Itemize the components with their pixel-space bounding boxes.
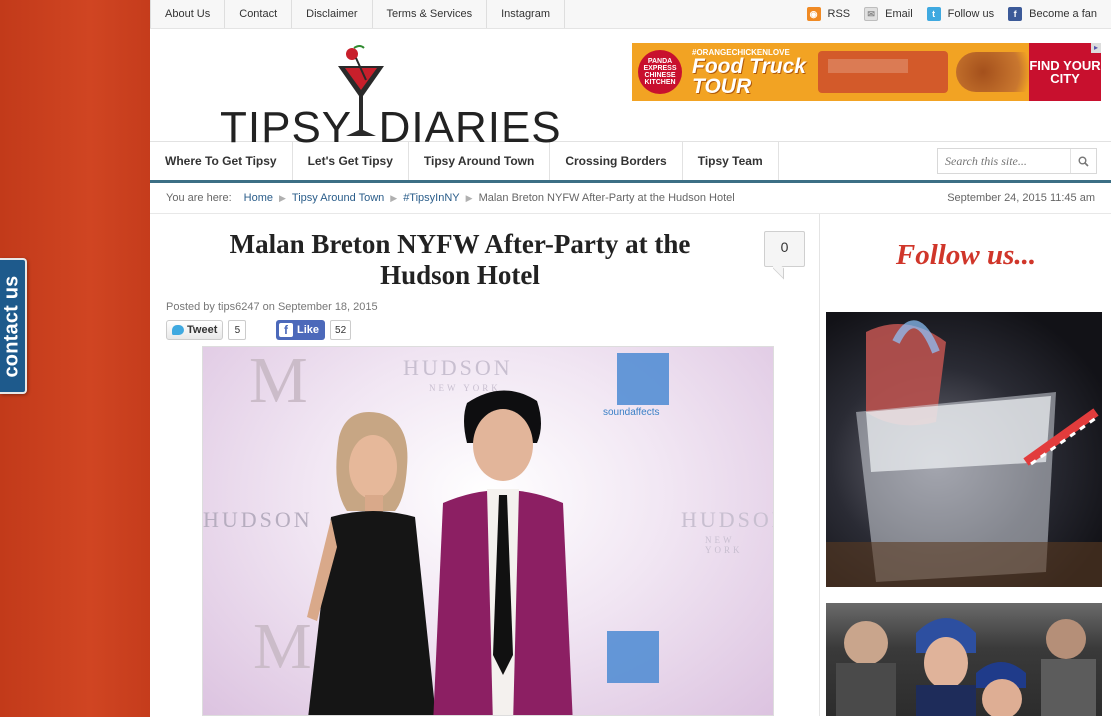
rss-label: RSS — [827, 8, 851, 20]
contact-us-label: contact us — [1, 274, 23, 378]
search-input[interactable] — [938, 153, 1070, 169]
content-area: Malan Breton NYFW After-Party at the Hud… — [150, 214, 1111, 716]
breadcrumb-prefix: You are here: — [166, 192, 232, 204]
breadcrumb-separator-icon: ▶ — [279, 192, 286, 203]
top-nav-about-us[interactable]: About Us — [150, 0, 226, 28]
photo-watermark-newyork-right: NEW YORK — [705, 535, 743, 555]
contact-us-tab[interactable]: contact us — [0, 258, 27, 394]
post-date: September 18, 2015 — [277, 301, 378, 313]
instagram-crowd-photo[interactable] — [826, 603, 1102, 716]
rss-link[interactable]: ◉ RSS — [806, 7, 851, 21]
site-logo[interactable]: TIPSY DIARIES — [220, 44, 580, 154]
event-photo[interactable]: M HUDSON NEW YORK soundaffects HUDSON HU… — [202, 346, 774, 716]
page: About Us Contact Disclaimer Terms & Serv… — [150, 0, 1111, 717]
breadcrumb-home[interactable]: Home — [244, 192, 273, 204]
photo-sound-logo-block-lower — [607, 631, 659, 683]
current-datetime: September 24, 2015 11:45 am — [947, 192, 1095, 204]
top-nav: About Us Contact Disclaimer Terms & Serv… — [150, 0, 566, 28]
follow-us-link[interactable]: t Follow us — [926, 7, 995, 21]
tweet-label: Tweet — [187, 324, 218, 336]
photo-person-woman — [307, 412, 436, 715]
email-link[interactable]: ✉ Email — [864, 7, 913, 21]
social-links: ◉ RSS ✉ Email t Follow us f Become a fan — [793, 0, 1111, 28]
become-a-fan-label: Become a fan — [1029, 8, 1097, 20]
facebook-like-share: f Like 52 — [276, 320, 352, 340]
tweet-count: 5 — [228, 320, 247, 340]
post-title[interactable]: Malan Breton NYFW After-Party at the Hud… — [190, 229, 730, 291]
envelope-icon: ✉ — [864, 7, 879, 21]
byline-on: on — [262, 301, 275, 313]
logo-wordmark: TIPSY DIARIES — [220, 103, 562, 152]
food-truck-image — [817, 51, 948, 93]
rss-icon: ◉ — [806, 7, 821, 21]
top-nav-terms[interactable]: Terms & Services — [373, 0, 488, 28]
breadcrumb-separator-icon: ▶ — [390, 192, 398, 203]
nav-tipsy-team[interactable]: Tipsy Team — [683, 142, 779, 180]
photo-person-man — [433, 390, 573, 715]
ad-title-line2: TOUR — [692, 74, 752, 98]
photo-watermark-sound: soundaffects — [603, 407, 660, 418]
ad-headline: #ORANGECHICKENLOVE Food Truck TOUR — [692, 48, 806, 97]
facebook-like-button[interactable]: f Like — [276, 320, 326, 340]
breadcrumb-current: Malan Breton NYFW After-Party at the Hud… — [478, 192, 735, 204]
breadcrumb-bar: You are here: Home ▶ Tipsy Around Town ▶… — [150, 183, 1111, 214]
search-button[interactable] — [1070, 149, 1096, 173]
facebook-f-icon: f — [279, 323, 293, 337]
post-byline: Posted by tips6247 on September 18, 2015 — [166, 301, 378, 313]
search-box — [937, 148, 1097, 174]
follow-us-label: Follow us — [947, 8, 995, 20]
photo-sound-logo-block — [617, 353, 669, 405]
site-header: TIPSY DIARIES PANDA EXPRESS CHINESE KITC… — [150, 29, 1111, 152]
become-a-fan-link[interactable]: f Become a fan — [1008, 7, 1097, 21]
sidebar: Follow us... — [821, 214, 1111, 716]
breadcrumb: You are here: Home ▶ Tipsy Around Town ▶… — [166, 192, 735, 204]
photo-watermark-hudson-right: HUDSON — [681, 507, 773, 532]
photo-watermark-hudson: HUDSON — [403, 355, 513, 380]
breadcrumb-separator-icon: ▶ — [465, 192, 473, 203]
twitter-icon: t — [926, 7, 941, 21]
comment-count-bubble[interactable]: 0 — [764, 231, 805, 267]
author-link[interactable]: tips6247 — [218, 301, 260, 313]
tweet-share: Tweet 5 — [166, 320, 247, 340]
top-nav-disclaimer[interactable]: Disclaimer — [292, 0, 373, 28]
like-count: 52 — [330, 320, 352, 340]
email-label: Email — [885, 8, 913, 20]
article: Malan Breton NYFW After-Party at the Hud… — [150, 214, 820, 716]
tweet-button[interactable]: Tweet — [166, 320, 224, 340]
advertisement-banner[interactable]: PANDA EXPRESS CHINESE KITCHEN #ORANGECHI… — [632, 43, 1101, 101]
twitter-bird-icon — [172, 325, 184, 335]
breadcrumb-tipsy-around-town[interactable]: Tipsy Around Town — [292, 192, 384, 204]
breadcrumb-tipsyinny[interactable]: #TipsyInNY — [403, 192, 459, 204]
panda-express-logo: PANDA EXPRESS CHINESE KITCHEN — [638, 50, 682, 94]
follow-us-heading: Follow us... — [895, 239, 1037, 271]
ad-title-line1: Food Truck — [692, 54, 806, 78]
facebook-icon: f — [1008, 7, 1023, 21]
like-label: Like — [297, 324, 320, 336]
top-nav-contact[interactable]: Contact — [225, 0, 293, 28]
crowd-graphic — [836, 618, 1096, 716]
top-nav-instagram[interactable]: Instagram — [487, 0, 566, 28]
top-bar: About Us Contact Disclaimer Terms & Serv… — [150, 0, 1111, 29]
adchoices-icon[interactable]: ▸ — [1091, 43, 1101, 53]
instagram-cocktail-photo[interactable] — [826, 312, 1102, 587]
byline-prefix: Posted by — [166, 301, 215, 313]
search-icon — [1078, 156, 1089, 167]
cocktail-glass-graphic — [826, 320, 1102, 587]
